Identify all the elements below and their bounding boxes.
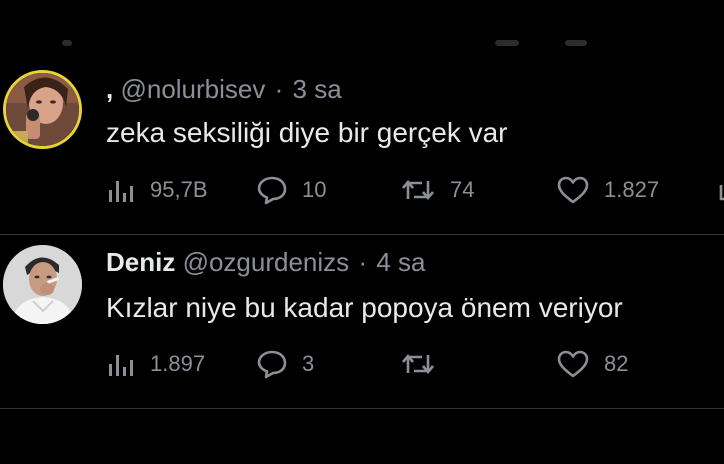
fragment-mark [565, 40, 587, 46]
avatar[interactable] [3, 245, 82, 324]
separator-dot: · [274, 74, 284, 104]
heart-icon [557, 176, 589, 204]
bar-chart-icon [109, 181, 133, 202]
reply-button[interactable]: 10 [256, 173, 326, 207]
like-count: 82 [604, 351, 629, 376]
share-button[interactable] [716, 173, 724, 207]
tweet-actions: 95,7B 10 74 1.827 [106, 173, 724, 207]
share-icon [719, 185, 724, 201]
separator-dot: · [358, 247, 368, 277]
user-handle[interactable]: @nolurbisev [120, 74, 265, 104]
like-count: 1.827 [604, 177, 660, 202]
tweet-divider [0, 408, 724, 409]
reply-count: 10 [302, 177, 327, 202]
tweet[interactable]: Deniz @ozgurdenizs · 4 sa Kızlar niye bu… [0, 235, 724, 407]
heart-icon [557, 350, 589, 378]
fragment-mark [62, 40, 72, 46]
retweet-arrows-icon [402, 353, 434, 375]
avatar-photo [6, 73, 79, 146]
retweet-button[interactable] [400, 347, 450, 381]
tweet-header: , @nolurbisev · 3 sa [106, 74, 342, 104]
tweet-actions: 1.897 3 82 [106, 347, 724, 381]
like-button[interactable]: 1.827 [556, 173, 659, 207]
views-button[interactable]: 95,7B [106, 173, 208, 207]
tweet-text: Kızlar niye bu kadar popoya önem veriyor [106, 292, 623, 323]
timestamp[interactable]: 3 sa [293, 74, 342, 104]
tweet-text: zeka seksiliği diye bir gerçek var [106, 117, 508, 148]
speech-bubble-icon [257, 176, 287, 205]
tweet-header: Deniz @ozgurdenizs · 4 sa [106, 247, 425, 277]
avatar-photo [3, 245, 82, 324]
like-button[interactable]: 82 [556, 347, 628, 381]
speech-bubble-icon [257, 350, 287, 379]
views-count: 1.897 [150, 351, 206, 376]
timestamp[interactable]: 4 sa [376, 247, 425, 277]
views-count: 95,7B [150, 177, 208, 202]
reply-count: 3 [302, 351, 315, 376]
previous-tweet-fragment [0, 0, 724, 60]
display-name[interactable]: Deniz [106, 247, 175, 277]
fragment-mark [495, 40, 519, 46]
user-handle[interactable]: @ozgurdenizs [183, 247, 350, 277]
retweet-count: 74 [450, 177, 475, 202]
display-name[interactable]: , [106, 74, 113, 104]
avatar[interactable] [3, 70, 82, 149]
reply-button[interactable]: 3 [256, 347, 314, 381]
retweet-button[interactable]: 74 [400, 173, 474, 207]
tweet[interactable]: , @nolurbisev · 3 sa zeka seksiliği diye… [0, 62, 724, 234]
bar-chart-icon [109, 355, 133, 376]
views-button[interactable]: 1.897 [106, 347, 205, 381]
retweet-arrows-icon [402, 179, 434, 201]
